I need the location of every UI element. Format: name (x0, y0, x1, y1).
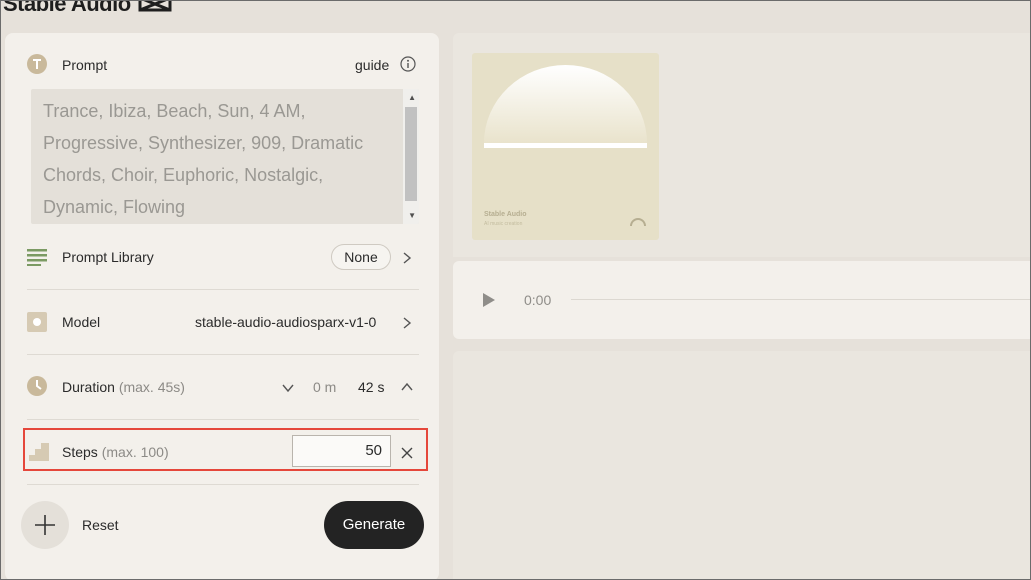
divider (27, 354, 419, 355)
duration-label: Duration (62, 379, 115, 395)
info-icon[interactable] (400, 56, 416, 72)
prompt-library-label: Prompt Library (62, 249, 154, 265)
scroll-down-icon[interactable]: ▼ (408, 211, 416, 220)
close-icon[interactable] (401, 446, 413, 459)
steps-label-group: Steps (max. 100) (62, 444, 169, 460)
generate-button[interactable]: Generate (324, 501, 424, 549)
duration-minutes[interactable]: 0 m (313, 379, 336, 395)
duration-label-group: Duration (max. 45s) (62, 379, 185, 395)
steps-input[interactable]: 50 (292, 435, 391, 467)
reset-button[interactable] (21, 501, 69, 549)
reset-label[interactable]: Reset (82, 517, 119, 533)
play-icon[interactable] (483, 293, 495, 307)
settings-panel: Prompt guide Trance, Ibiza, Beach, Sun, … (5, 33, 439, 579)
cover-logo-icon (630, 218, 646, 227)
chevron-down-icon[interactable] (282, 381, 294, 393)
divider (27, 289, 419, 290)
player-progress-bar[interactable] (571, 299, 1030, 300)
steps-icon (29, 441, 49, 461)
brand-mark-icon (138, 1, 172, 18)
cover-subtitle: AI music creation (484, 221, 523, 227)
prompt-label: Prompt (62, 57, 108, 73)
audio-player: 0:00 (453, 261, 1030, 339)
duration-seconds[interactable]: 42 s (358, 379, 384, 395)
brand-logo: Stable Audio (3, 0, 172, 18)
app-window: Stable Audio Prompt guide Trance, Ibiza,… (0, 0, 1031, 580)
divider (27, 419, 419, 420)
prompt-scrollbar[interactable]: ▲ ▼ (403, 89, 419, 224)
cover-art-image (484, 65, 647, 148)
brand-name: Stable Audio (3, 0, 131, 16)
text-prompt-icon (27, 54, 47, 74)
guide-link[interactable]: guide (355, 57, 389, 73)
steps-label: Steps (62, 444, 98, 460)
prompt-library-value[interactable]: None (331, 244, 391, 270)
divider (27, 484, 419, 485)
model-value[interactable]: stable-audio-audiosparx-v1-0 (195, 314, 376, 330)
prompt-textarea[interactable]: Trance, Ibiza, Beach, Sun, 4 AM, Progres… (31, 89, 419, 224)
chevron-up-icon[interactable] (401, 380, 413, 392)
clock-icon (27, 376, 47, 396)
model-icon (27, 312, 47, 332)
model-label: Model (62, 314, 101, 330)
player-time: 0:00 (524, 292, 552, 308)
cover-brand: Stable Audio (484, 211, 527, 218)
prompt-text[interactable]: Trance, Ibiza, Beach, Sun, 4 AM, Progres… (43, 95, 393, 223)
results-list-area (453, 351, 1030, 579)
scroll-thumb[interactable] (405, 107, 417, 201)
duration-max: (max. 45s) (118, 379, 185, 395)
chevron-right-icon[interactable] (401, 316, 413, 329)
album-cover: Stable Audio AI music creation (472, 53, 659, 240)
chevron-right-icon[interactable] (401, 251, 413, 264)
steps-max: (max. 100) (101, 444, 169, 460)
plus-icon (35, 515, 55, 535)
prompt-library-icon (27, 248, 47, 268)
scroll-up-icon[interactable]: ▲ (408, 93, 416, 102)
